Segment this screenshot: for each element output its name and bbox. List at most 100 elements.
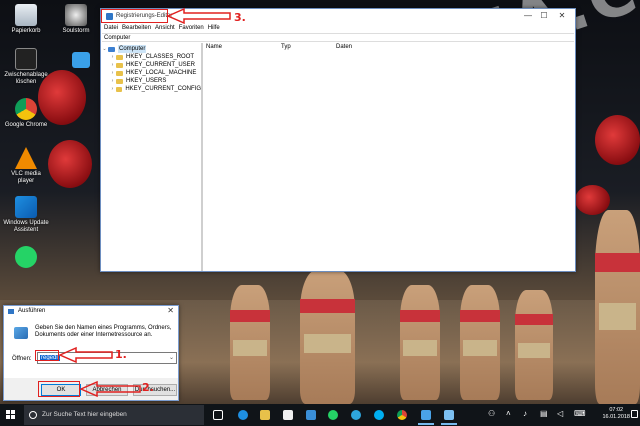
wallpaper-dancer (595, 210, 640, 404)
highlight-run-input (35, 350, 59, 361)
wallpaper-dancer (515, 290, 553, 400)
chevron-down-icon[interactable]: ⌄ (169, 353, 174, 363)
desktop-icon-windows-update[interactable]: Windows Update Assistent (3, 196, 49, 234)
tree-item-hkey-local-machine[interactable]: › HKEY_LOCAL_MACHINE (101, 69, 201, 77)
desktop-icon-label: Google Chrome (4, 122, 48, 128)
regedit-window[interactable]: Registrierungs-Editor — ☐ ✕ Datei Bearbe… (100, 8, 576, 272)
desktop-icon-vlc[interactable]: VLC media player (3, 147, 49, 185)
menu-bearbeiten[interactable]: Bearbeiten (122, 23, 151, 33)
speaker-icon[interactable]: ◁ (557, 409, 563, 418)
tree-item-hkey-current-user[interactable]: › HKEY_CURRENT_USER (101, 61, 201, 69)
keyboard-icon[interactable]: ⌨ (574, 409, 586, 418)
search-placeholder: Zur Suche Text hier eingeben (42, 411, 127, 418)
regedit-body: ⌄ Computer › HKEY_CLASSES_ROOT › HKEY_CU… (101, 43, 575, 271)
recycle-bin-icon (15, 4, 37, 26)
run-description: Geben Sie den Namen eines Programms, Ord… (35, 325, 172, 338)
volume-icon[interactable]: ♪ (523, 409, 527, 418)
taskbar-clock[interactable]: 07:02 16.01.2018 (602, 407, 630, 421)
desktop-icon-whatsapp[interactable] (3, 246, 49, 270)
desktop-icon-clipboard[interactable]: Zwischenablage löschen (3, 48, 49, 86)
wallpaper-dancer (230, 285, 270, 400)
telegram-icon[interactable] (351, 410, 361, 420)
folder-icon (116, 78, 123, 84)
tree-item-label: HKEY_CURRENT_CONFIG (125, 86, 201, 92)
address-bar[interactable]: Computer (102, 33, 574, 42)
windows-update-icon (15, 196, 37, 218)
run-close-icon[interactable]: ✕ (167, 306, 174, 315)
column-name[interactable]: Name (206, 43, 222, 52)
chevron-up-icon[interactable]: ˄ (506, 409, 511, 418)
chrome-icon (15, 98, 37, 120)
edge-icon[interactable] (238, 410, 248, 420)
clock-date: 16.01.2018 (602, 414, 630, 420)
desktop-icon-chrome[interactable]: Google Chrome (3, 98, 49, 129)
regedit-titlebar[interactable]: Registrierungs-Editor — ☐ ✕ (101, 9, 575, 23)
cancel-button[interactable]: Abbrechen (86, 384, 128, 396)
expand-icon[interactable]: › (109, 85, 116, 93)
clock-time: 07:02 (609, 407, 624, 413)
vlc-icon (15, 147, 37, 169)
menu-hilfe[interactable]: Hilfe (208, 23, 220, 33)
tree-item-hkey-classes-root[interactable]: › HKEY_CLASSES_ROOT (101, 53, 201, 61)
column-data[interactable]: Daten (336, 43, 352, 52)
collapse-icon[interactable]: ⌄ (101, 45, 108, 53)
desktop-icon-soulstorm[interactable]: Soulstorm (53, 4, 99, 35)
wallpaper-dancer (300, 270, 355, 404)
annotation-step2: 2. (142, 381, 154, 394)
highlight-regedit-title (101, 9, 168, 23)
start-button[interactable] (6, 410, 16, 420)
menu-datei[interactable]: Datei (104, 23, 118, 33)
expand-icon[interactable]: › (109, 69, 116, 77)
soulstorm-icon (65, 4, 87, 26)
desktop-icon-label: Windows Update Assistent (3, 220, 49, 233)
network-icon[interactable]: ▤ (540, 409, 548, 418)
whatsapp-taskbar-icon[interactable] (328, 410, 338, 420)
menu-ansicht[interactable]: Ansicht (155, 23, 175, 33)
desktop-icon-papierkorb[interactable]: Papierkorb (3, 4, 49, 35)
run-taskbar-icon[interactable] (441, 410, 457, 425)
desktop-icon-settings[interactable] (58, 52, 104, 70)
desktop-icon-label: VLC media player (11, 171, 41, 184)
folder-icon (116, 62, 123, 68)
expand-icon[interactable]: › (109, 53, 116, 61)
values-list[interactable]: Name Typ Daten (203, 43, 575, 271)
task-view-icon[interactable] (213, 410, 223, 420)
mail-icon[interactable] (306, 410, 316, 420)
menu-favoriten[interactable]: Favoriten (179, 23, 204, 33)
folder-icon (116, 54, 123, 60)
chrome-taskbar-icon[interactable] (397, 410, 407, 420)
run-title: Ausführen (18, 308, 46, 314)
wallpaper-dancer (400, 285, 440, 400)
notification-icon[interactable] (631, 410, 638, 418)
maximize-button[interactable]: ☐ (535, 11, 553, 21)
store-icon[interactable] (283, 410, 293, 420)
wallpaper-dancer (460, 285, 500, 400)
run-titlebar[interactable]: Ausführen ✕ (4, 306, 178, 316)
file-explorer-icon[interactable] (260, 410, 270, 420)
run-program-icon (14, 327, 28, 339)
browse-button[interactable]: Durchsuchen... (133, 384, 177, 396)
desktop-icon-label: Zwischenablage löschen (4, 72, 48, 85)
tree-item-hkey-users[interactable]: › HKEY_USERS (101, 77, 201, 85)
taskbar: Zur Suche Text hier eingeben ⚇ ˄ ♪ ▤ ◁ ⌨… (0, 404, 640, 426)
folder-icon (115, 86, 123, 92)
column-type[interactable]: Typ (281, 43, 291, 52)
highlight-ok-button (38, 381, 80, 397)
tree-item-computer[interactable]: ⌄ Computer (101, 45, 201, 53)
wallpaper-pompom (595, 115, 640, 165)
desktop-icon-label: Soulstorm (62, 28, 90, 34)
expand-icon[interactable]: › (109, 77, 116, 85)
tree-item-label: Computer (118, 45, 147, 53)
regedit-menubar: Datei Bearbeiten Ansicht Favoriten Hilfe (101, 23, 575, 33)
annotation-step3: 3. (234, 11, 246, 24)
expand-icon[interactable]: › (109, 61, 116, 69)
people-icon[interactable]: ⚇ (488, 409, 495, 418)
tree-item-label: HKEY_USERS (126, 78, 167, 84)
regedit-taskbar-icon[interactable] (418, 410, 434, 425)
tree-item-hkey-current-config[interactable]: › HKEY_CURRENT_CONFIG (101, 85, 201, 93)
list-header: Name Typ Daten (203, 43, 575, 52)
taskbar-search[interactable]: Zur Suche Text hier eingeben (24, 405, 204, 425)
skype-icon[interactable] (374, 410, 384, 420)
tree-item-label: HKEY_CURRENT_USER (126, 62, 196, 68)
close-button[interactable]: ✕ (553, 11, 571, 21)
